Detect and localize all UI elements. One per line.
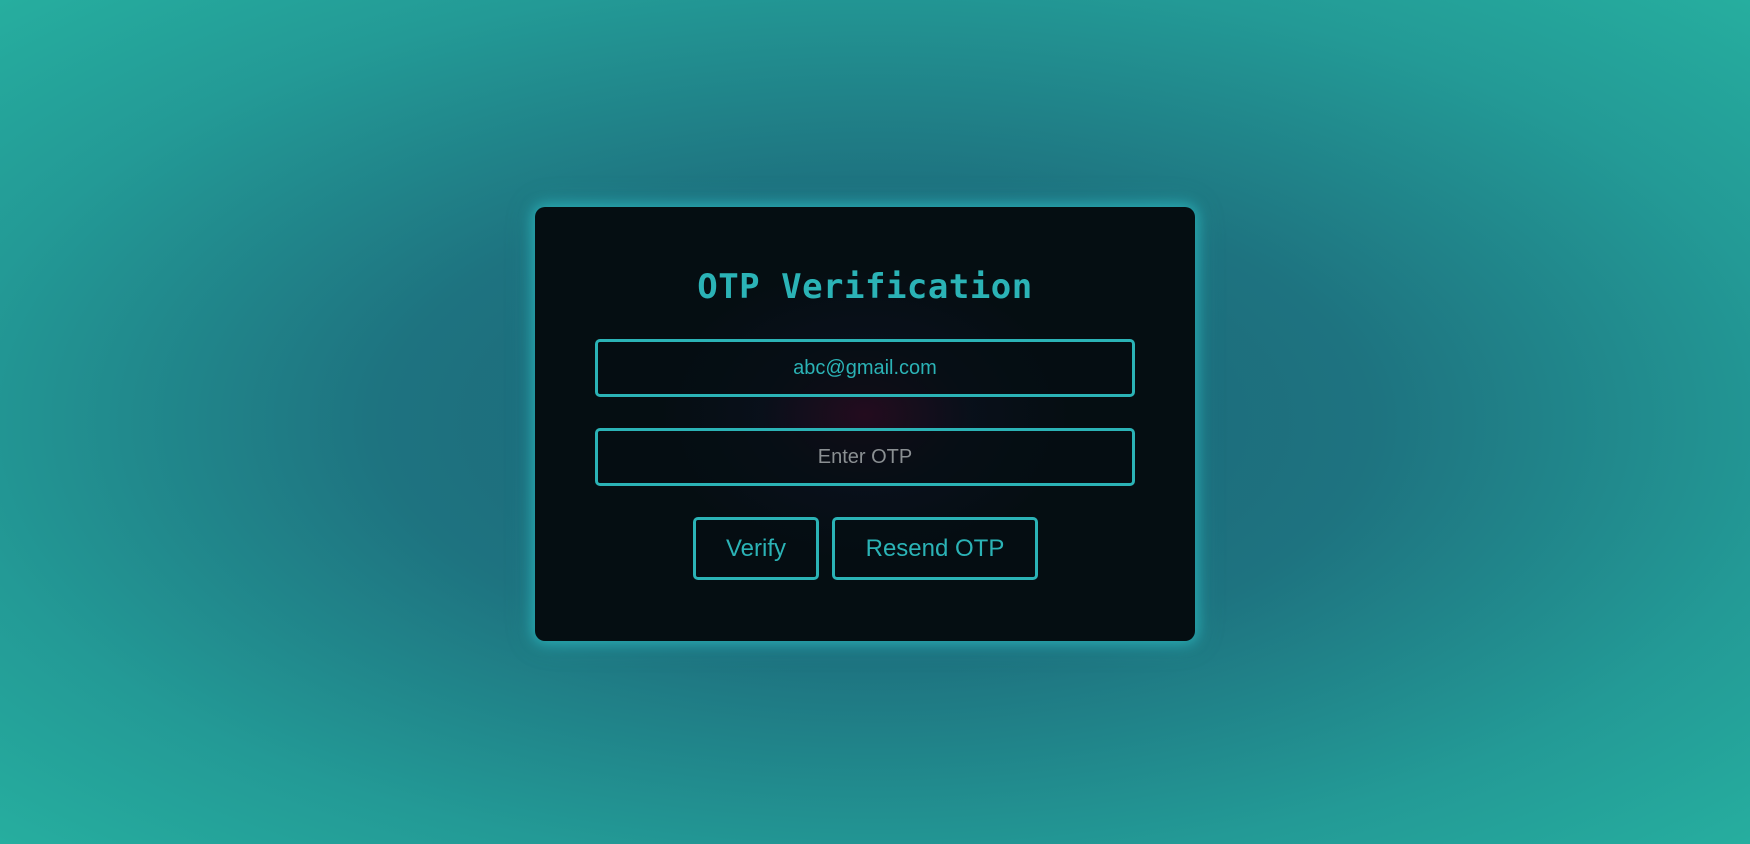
page-title: OTP Verification [697, 267, 1033, 307]
resend-otp-button[interactable]: Resend OTP [832, 517, 1038, 580]
otp-input[interactable] [595, 428, 1135, 486]
verify-button[interactable]: Verify [693, 517, 819, 580]
otp-card: OTP Verification Verify Resend OTP [535, 207, 1195, 641]
email-field[interactable] [595, 339, 1135, 397]
